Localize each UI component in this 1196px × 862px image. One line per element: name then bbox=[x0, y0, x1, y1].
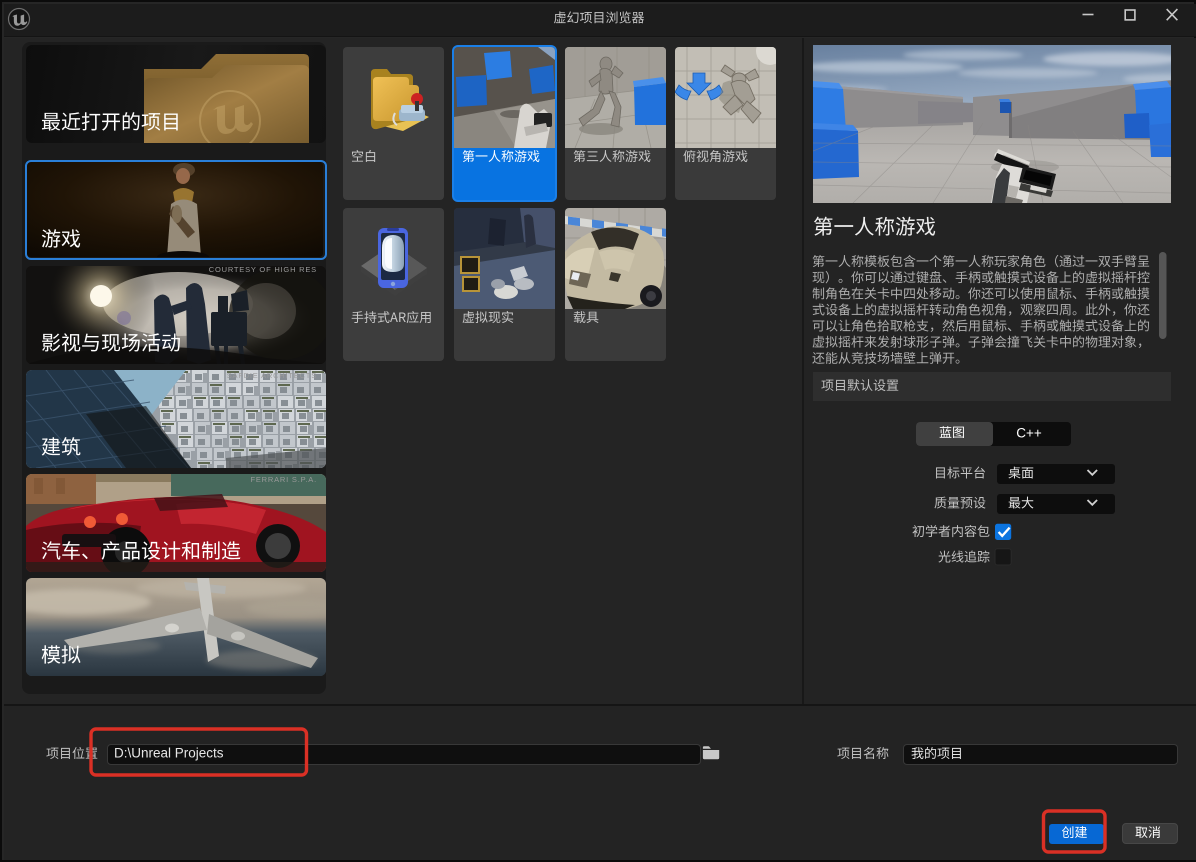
svg-text:SAFDIE ARCHITECTS: SAFDIE ARCHITECTS bbox=[227, 371, 317, 380]
svg-text:COURTESY OF HIGH RES: COURTESY OF HIGH RES bbox=[209, 265, 317, 274]
svg-text:D:\Unreal Projects: D:\Unreal Projects bbox=[114, 746, 224, 761]
svg-text:FERRARI S.P.A.: FERRARI S.P.A. bbox=[251, 475, 318, 484]
svg-text:C++: C++ bbox=[1016, 426, 1042, 441]
